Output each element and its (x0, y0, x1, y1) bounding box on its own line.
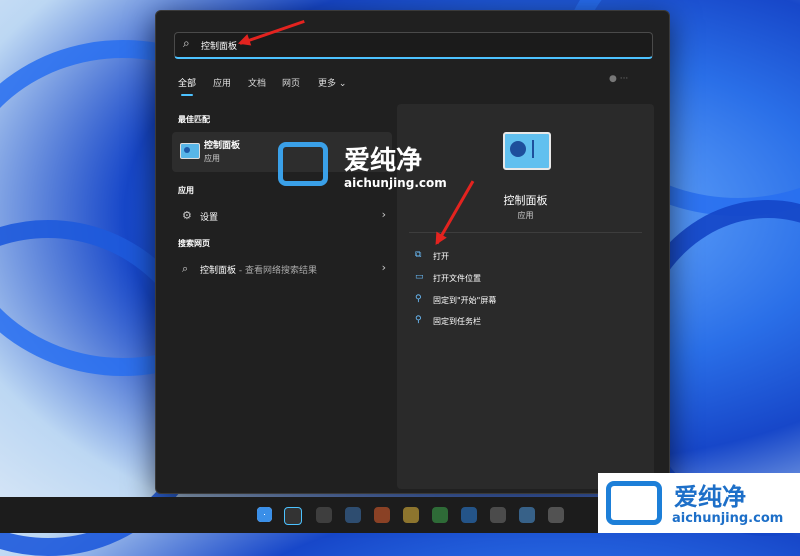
open-icon: ⧉ (415, 250, 422, 260)
tab-more[interactable]: 更多 ⌄ (318, 76, 346, 89)
search-input[interactable] (199, 36, 643, 54)
folder-icon: ▭ (415, 272, 424, 282)
app-icon[interactable] (519, 507, 535, 523)
pin-icon: ⚲ (415, 294, 422, 304)
best-match-heading: 最佳匹配 (178, 115, 210, 124)
best-match-subtitle: 应用 (204, 154, 220, 163)
app-icon[interactable] (548, 507, 564, 523)
tab-documents[interactable]: 文档 (248, 76, 266, 89)
chevron-right-icon: › (381, 261, 386, 274)
control-panel-icon (180, 143, 200, 159)
search-taskbar-icon[interactable] (284, 507, 302, 525)
watermark-url: aichunjing.com (672, 511, 784, 526)
app-icon[interactable] (345, 507, 361, 523)
account-options[interactable]: ● ··· (609, 74, 628, 84)
action-open-file-location[interactable]: ▭ 打开文件位置 (415, 269, 635, 289)
app-icon[interactable] (374, 507, 390, 523)
watermark-cn: 爱纯净 (674, 483, 746, 511)
pin-icon: ⚲ (415, 315, 422, 325)
app-icon[interactable] (461, 507, 477, 523)
web-query: 控制面板 (200, 266, 237, 276)
watermark-badge: 爱纯净 aichunjing.com (598, 473, 800, 533)
app-icon[interactable] (432, 507, 448, 523)
best-match-title: 控制面板 (204, 141, 241, 151)
app-icon[interactable] (316, 507, 332, 523)
app-icon[interactable] (490, 507, 506, 523)
apps-heading: 应用 (178, 186, 194, 195)
app-icon[interactable] (403, 507, 419, 523)
tab-web[interactable]: 网页 (282, 76, 300, 89)
action-pin-to-start[interactable]: ⚲ 固定到"开始"屏幕 (415, 291, 635, 311)
tab-apps[interactable]: 应用 (213, 76, 231, 89)
start-search-panel: ⌕ 全部 应用 文档 网页 更多 ⌄ ● ··· 最佳匹配 控制面板 应用 应用… (155, 10, 670, 494)
search-icon: ⌕ (182, 262, 189, 275)
action-label: 打开 (433, 252, 449, 261)
action-label: 打开文件位置 (433, 274, 481, 283)
tab-all[interactable]: 全部 (178, 76, 196, 96)
watermark-cn: 爱纯净 (344, 146, 423, 176)
action-label: 固定到"开始"屏幕 (433, 296, 497, 305)
action-pin-to-taskbar[interactable]: ⚲ 固定到任务栏 (415, 312, 635, 332)
app-type: 应用 (517, 211, 534, 220)
action-label: 固定到任务栏 (433, 317, 481, 326)
search-icon: ⌕ (183, 36, 190, 50)
gear-icon: ⚙ (182, 209, 192, 222)
web-sub: - 查看网络搜索结果 (236, 266, 317, 276)
settings-item[interactable]: ⚙ 设置 › (172, 205, 392, 227)
windows-start-icon[interactable] (257, 507, 272, 522)
settings-label: 设置 (200, 213, 219, 223)
watermark-url: aichunjing.com (344, 176, 447, 190)
web-heading: 搜索网页 (178, 239, 210, 248)
web-search-label: 控制面板 - 查看网络搜索结果 (200, 263, 317, 276)
action-open[interactable]: ⧉ 打开 (415, 247, 635, 267)
chevron-right-icon: › (381, 208, 386, 221)
control-panel-icon (503, 132, 551, 170)
watermark-logo: 爱纯净 aichunjing.com (278, 140, 468, 195)
web-search-item[interactable]: ⌕ 控制面板 - 查看网络搜索结果 › (172, 258, 392, 280)
